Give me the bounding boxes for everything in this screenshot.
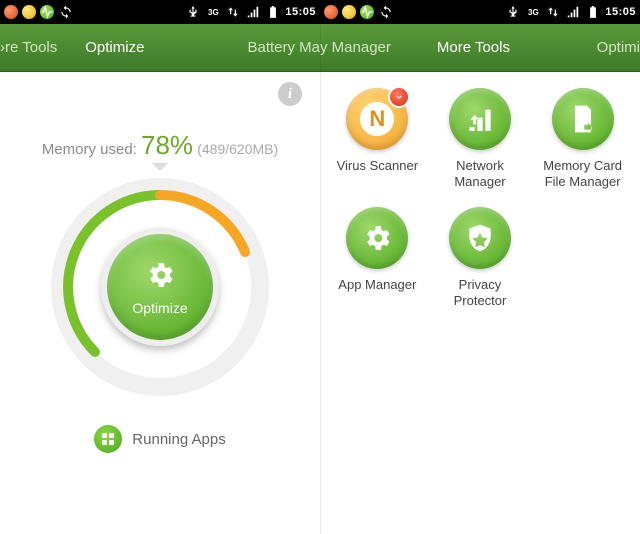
info-icon[interactable]: i bbox=[278, 82, 302, 106]
tool-network-manager[interactable]: NetworkManager bbox=[431, 88, 530, 189]
gears-icon bbox=[144, 259, 176, 296]
clock: 15:05 bbox=[605, 6, 636, 18]
tab-battery-manager-partial[interactable]: Battery Ma bbox=[233, 24, 320, 72]
tool-virus-scanner[interactable]: N Virus Scanner bbox=[328, 88, 427, 189]
memory-usage-text: Memory used: 78% (489/620MB) bbox=[12, 130, 308, 161]
memory-label: Memory used: bbox=[42, 141, 141, 158]
arrow-down-icon bbox=[152, 163, 168, 171]
running-apps-button[interactable]: Running Apps bbox=[12, 425, 308, 453]
tool-label: Virus Scanner bbox=[337, 158, 418, 174]
screen-optimize: 3G 15:05 ›re Tools Optimize Battery Ma i… bbox=[0, 0, 320, 534]
tool-label: Memory CardFile Manager bbox=[543, 158, 622, 189]
usb-icon bbox=[505, 4, 521, 20]
clock: 15:05 bbox=[285, 6, 316, 18]
data-arrows-icon bbox=[225, 4, 241, 20]
signal-3g-icon: 3G bbox=[205, 4, 221, 20]
app-manager-icon bbox=[346, 207, 408, 269]
tab-bar: y Manager More Tools Optimi bbox=[320, 24, 640, 72]
status-dot-red bbox=[4, 5, 18, 19]
tool-label: NetworkManager bbox=[454, 158, 505, 189]
tab-more-tools-partial[interactable]: ›re Tools bbox=[0, 24, 71, 72]
usb-icon bbox=[185, 4, 201, 20]
signal-bars-icon bbox=[245, 4, 261, 20]
signal-bars-icon bbox=[565, 4, 581, 20]
screen-more-tools: 3G 15:05 y Manager More Tools Optimi N V… bbox=[320, 0, 640, 534]
signal-3g-icon: 3G bbox=[525, 4, 541, 20]
status-bar: 3G 15:05 bbox=[320, 0, 640, 24]
tool-memory-card-file-manager[interactable]: Memory CardFile Manager bbox=[533, 88, 632, 189]
tool-app-manager[interactable]: App Manager bbox=[328, 207, 427, 308]
status-bar: 3G 15:05 bbox=[0, 0, 320, 24]
tool-label: App Manager bbox=[338, 277, 416, 293]
memory-percent: 78% bbox=[141, 130, 193, 160]
memory-detail: (489/620MB) bbox=[197, 141, 278, 157]
virus-scanner-icon: N bbox=[346, 88, 408, 150]
status-dot-red bbox=[324, 5, 338, 19]
sync-icon bbox=[378, 4, 394, 20]
battery-icon bbox=[265, 4, 281, 20]
optimize-button[interactable]: Optimize bbox=[101, 228, 219, 346]
status-dot-activity bbox=[40, 5, 54, 19]
memory-card-icon bbox=[552, 88, 614, 150]
tools-grid: N Virus Scanner NetworkManager Memory bbox=[328, 88, 632, 308]
screen-divider bbox=[320, 0, 321, 534]
tab-more-tools[interactable]: More Tools bbox=[423, 24, 524, 72]
battery-icon bbox=[585, 4, 601, 20]
status-dot-yellow bbox=[22, 5, 36, 19]
memory-gauge: Optimize bbox=[50, 177, 270, 397]
tool-label: PrivacyProtector bbox=[454, 277, 507, 308]
download-badge-icon bbox=[388, 86, 410, 108]
status-dot-yellow bbox=[342, 5, 356, 19]
tab-bar: ›re Tools Optimize Battery Ma bbox=[0, 24, 320, 72]
tab-battery-manager-partial[interactable]: y Manager bbox=[320, 24, 405, 72]
apps-grid-icon bbox=[94, 425, 122, 453]
data-arrows-icon bbox=[545, 4, 561, 20]
tab-optimize-partial[interactable]: Optimi bbox=[583, 24, 640, 72]
tool-privacy-protector[interactable]: PrivacyProtector bbox=[431, 207, 530, 308]
status-dot-activity bbox=[360, 5, 374, 19]
running-apps-label: Running Apps bbox=[132, 431, 225, 448]
sync-icon bbox=[58, 4, 74, 20]
network-manager-icon bbox=[449, 88, 511, 150]
privacy-protector-icon bbox=[449, 207, 511, 269]
optimize-button-label: Optimize bbox=[132, 300, 187, 316]
tab-optimize[interactable]: Optimize bbox=[71, 24, 158, 72]
